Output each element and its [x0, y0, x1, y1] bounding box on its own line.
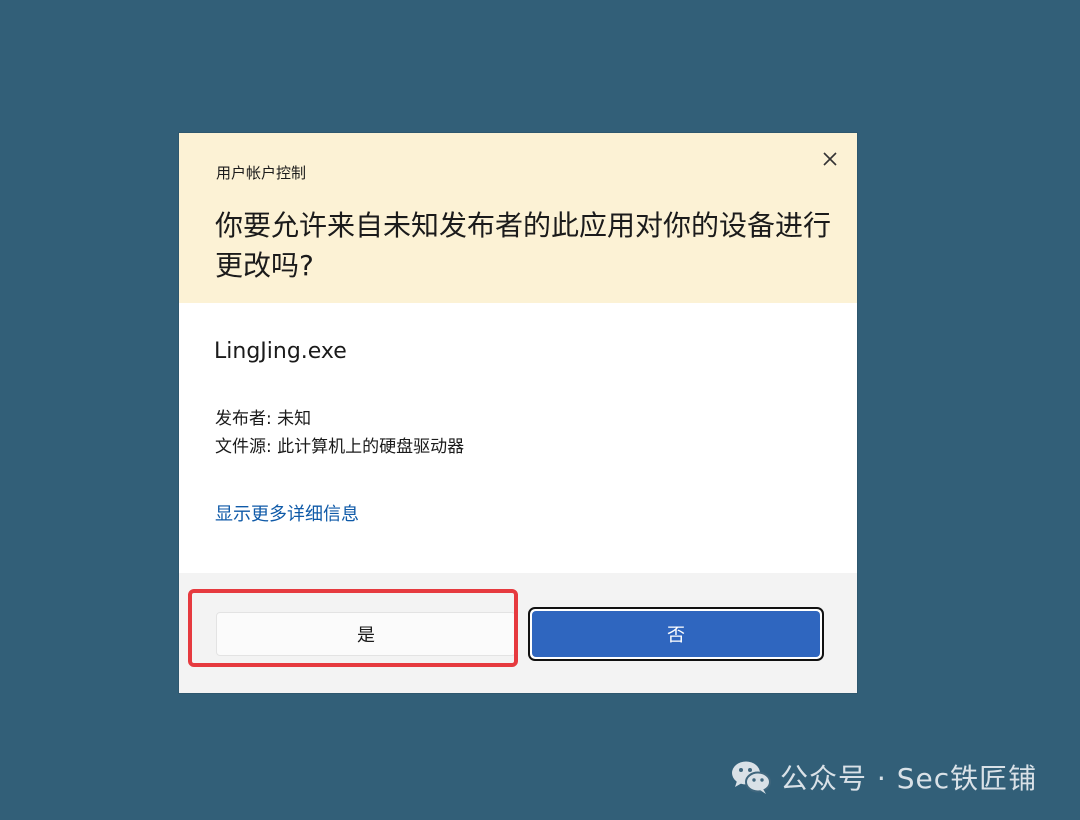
app-name: LingJing.exe — [214, 339, 347, 364]
file-source-info: 文件源: 此计算机上的硬盘驱动器 — [215, 437, 465, 457]
dialog-caption: 用户帐户控制 — [216, 164, 307, 182]
dialog-footer: 是 否 — [179, 573, 857, 693]
close-icon — [823, 152, 837, 166]
dialog-question: 你要允许来自未知发布者的此应用对你的设备进行更改吗? — [215, 209, 832, 282]
uac-dialog: 用户帐户控制 你要允许来自未知发布者的此应用对你的设备进行更改吗? LingJi… — [179, 133, 857, 693]
dialog-header: 用户帐户控制 你要允许来自未知发布者的此应用对你的设备进行更改吗? — [179, 133, 857, 303]
no-button[interactable]: 否 — [528, 607, 824, 661]
watermark-text: 公众号 · Sec铁匠铺 — [780, 762, 1038, 795]
wechat-icon — [732, 761, 771, 794]
publisher-info: 发布者: 未知 — [215, 409, 312, 429]
no-button-label: 否 — [532, 611, 820, 657]
watermark: 公众号 · Sec铁匠铺 — [730, 758, 1037, 796]
show-more-details-link[interactable]: 显示更多详细信息 — [215, 500, 359, 526]
close-button[interactable] — [817, 146, 843, 172]
desktop-background: 用户帐户控制 你要允许来自未知发布者的此应用对你的设备进行更改吗? LingJi… — [0, 0, 1080, 820]
yes-button[interactable]: 是 — [216, 612, 516, 656]
